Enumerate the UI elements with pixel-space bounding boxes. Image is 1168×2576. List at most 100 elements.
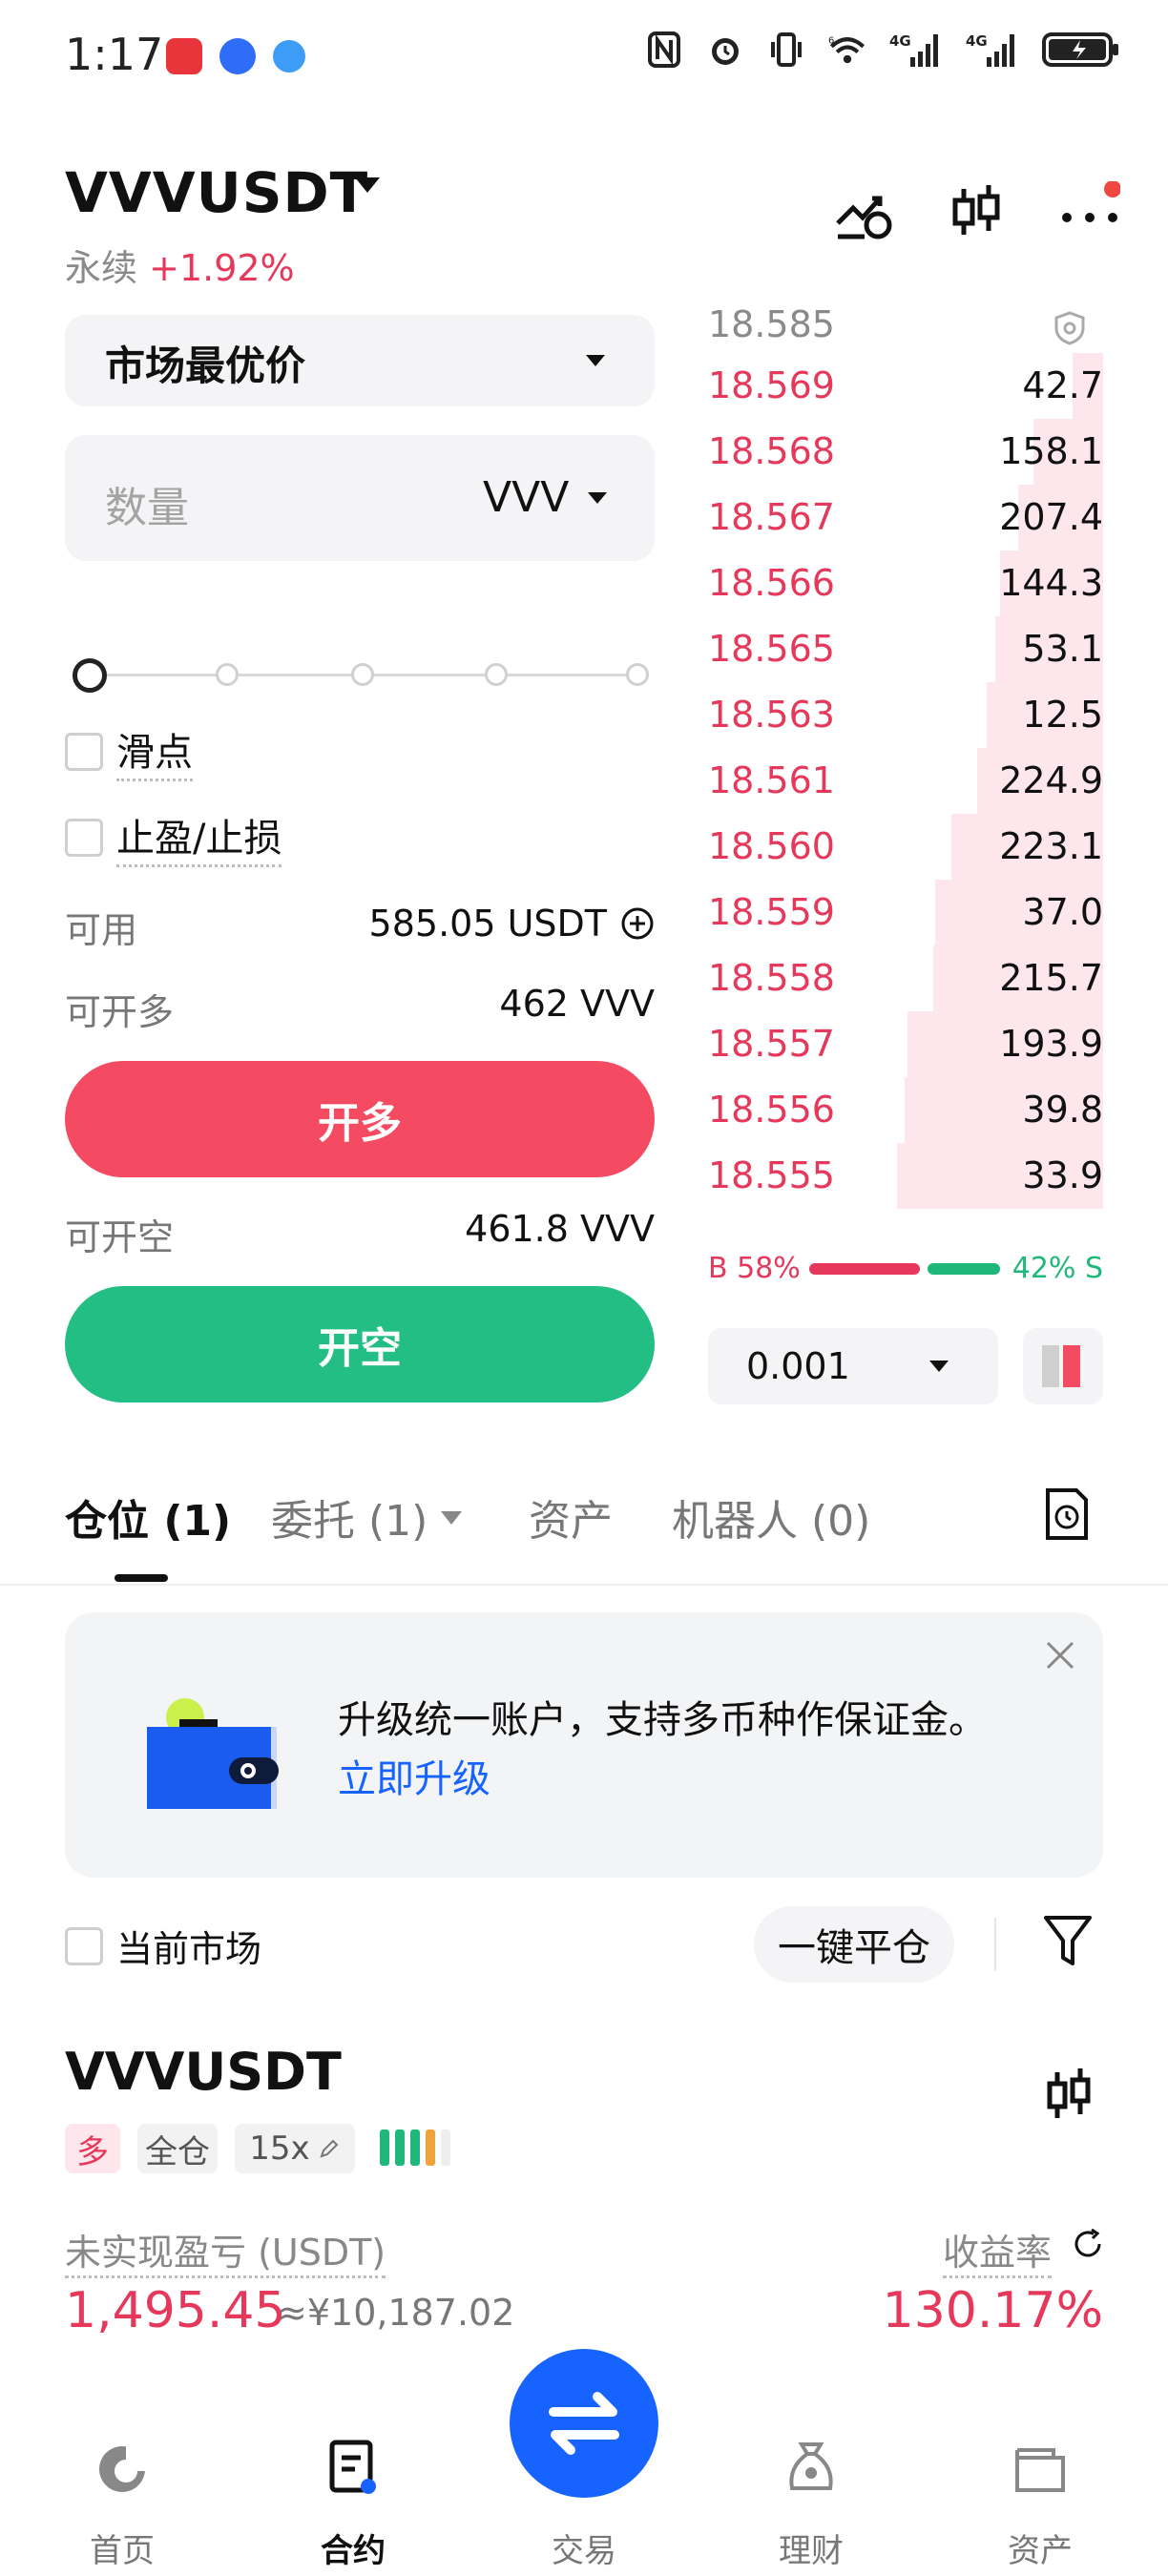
slider-handle[interactable] [73,658,107,693]
roe-label: 收益率 [942,2223,1052,2278]
ask-price[interactable]: 18.563 [708,694,835,736]
candlestick-chart-icon[interactable] [1042,2067,1095,2128]
tab-orders[interactable]: 委托 (1) [271,1486,428,1548]
precision-value: 0.001 [746,1345,850,1387]
add-funds-icon[interactable] [620,906,655,941]
sell-ratio-label: 42% S [1012,1252,1103,1285]
pair-selector-caret-icon[interactable] [355,177,380,193]
available-row: 585.05 USDT [369,903,655,945]
ask-price[interactable]: 18.566 [708,562,835,604]
position-pair[interactable]: VVVUSDT [65,2042,342,2102]
baidu-icon [219,38,256,74]
nav-contract-label: 合约 [321,2532,386,2570]
divider [994,1918,996,1971]
candlestick-chart-icon[interactable] [947,181,1008,242]
ask-price[interactable]: 18.559 [708,891,835,933]
wallet-illustration-icon [141,1698,294,1817]
slippage-checkbox[interactable] [65,733,103,771]
ask-price[interactable]: 18.556 [708,1089,835,1131]
ask-size[interactable]: 207.4 [999,496,1103,538]
ask-size[interactable]: 42.7 [1022,364,1103,406]
ask-price[interactable]: 18.565 [708,628,835,670]
slider-step-75[interactable] [485,663,508,686]
edit-icon [320,2139,339,2158]
chevron-down-icon [929,1361,949,1372]
ask-size[interactable]: 37.0 [1022,891,1103,933]
open-short-button[interactable]: 开空 [65,1286,655,1402]
ask-size[interactable]: 39.8 [1022,1089,1103,1131]
order-type-select[interactable]: 市场最优价 [65,315,655,406]
pair-subtitle: 永续 +1.92% [65,239,295,291]
signal-4g-icon: 4G [889,29,943,71]
nav-assets-label: 资产 [1008,2532,1073,2570]
pair-title[interactable]: VVVUSDT [65,160,368,225]
tp-sl-label[interactable]: 止盈/止损 [116,807,282,867]
ask-size[interactable]: 193.9 [999,1023,1103,1065]
ask-price[interactable]: 18.567 [708,496,835,538]
nav-trade-label[interactable]: 交易 [489,2524,679,2571]
history-icon[interactable] [1042,1486,1092,1546]
quantity-input[interactable]: 数量 VVV [65,435,655,561]
price-alert-icon[interactable] [834,181,895,242]
ask-size[interactable]: 33.9 [1022,1154,1103,1196]
ask-size[interactable]: 144.3 [999,562,1103,604]
side-tag: 多 [65,2124,120,2173]
ask-size[interactable]: 12.5 [1022,694,1103,736]
nav-wealth-label: 理财 [779,2532,844,2570]
precision-select[interactable]: 0.001 [708,1328,998,1404]
slider-step-100[interactable] [626,663,649,686]
alarm-icon [706,29,744,71]
current-market-label[interactable]: 当前市场 [116,1920,261,1972]
ask-price[interactable]: 18.560 [708,825,835,867]
upgrade-banner: 升级统一账户，支持多币种作保证金。 立即升级 [65,1612,1103,1878]
leverage-tag[interactable]: 15x [235,2124,355,2173]
close-icon[interactable] [1044,1639,1076,1675]
current-market-checkbox[interactable] [65,1927,103,1965]
ask-price[interactable]: 18.561 [708,759,835,801]
tab-bots[interactable]: 机器人 (0) [672,1486,870,1548]
svg-text:4G: 4G [889,32,911,50]
banner-text: 升级统一账户，支持多币种作保证金。 [338,1698,987,1742]
quantity-unit-select[interactable]: VVV [483,473,569,522]
close-all-button[interactable]: 一键平仓 [754,1906,954,1983]
margin-tag: 全仓 [137,2124,218,2173]
slider-step-25[interactable] [216,663,239,686]
tab-positions[interactable]: 仓位 (1) [65,1486,231,1548]
ask-size[interactable]: 215.7 [999,957,1103,999]
battery-icon [1042,29,1120,71]
slider-step-50[interactable] [351,663,374,686]
ask-size[interactable]: 53.1 [1022,628,1103,670]
svg-text:6: 6 [828,35,834,46]
chevron-down-icon[interactable] [441,1511,462,1525]
top-price: 18.585 [708,303,835,345]
open-long-button[interactable]: 开多 [65,1061,655,1177]
quantity-placeholder: 数量 [105,484,189,532]
ask-price[interactable]: 18.555 [708,1154,835,1196]
unrealized-pnl-label: 未实现盈亏 (USDT) [65,2223,386,2278]
buy-ratio-bar [809,1263,920,1275]
header-actions [834,180,1121,242]
ask-size[interactable]: 223.1 [999,825,1103,867]
ask-price[interactable]: 18.569 [708,364,835,406]
tp-sl-checkbox[interactable] [65,819,103,857]
sell-ratio-bar [928,1263,1000,1275]
ask-size[interactable]: 158.1 [999,430,1103,472]
ask-size[interactable]: 224.9 [999,759,1103,801]
vibrate-icon [767,29,805,71]
max-short-label: 可开空 [65,1216,175,1258]
book-layout-button[interactable] [1023,1328,1103,1404]
max-long-value: 462 VVV [499,983,655,1025]
ask-price[interactable]: 18.568 [708,430,835,472]
swap-button[interactable] [510,2349,658,2498]
slippage-label[interactable]: 滑点 [116,721,193,781]
ask-price[interactable]: 18.557 [708,1023,835,1065]
filter-icon[interactable] [1042,1912,1094,1973]
tab-assets[interactable]: 资产 [529,1486,613,1548]
shield-icon [1053,311,1086,349]
upgrade-link[interactable]: 立即升级 [338,1748,490,1803]
more-icon[interactable] [1059,180,1121,242]
wifi-icon: 6 [828,29,866,71]
refresh-icon[interactable] [1071,2227,1105,2265]
chevron-down-icon [588,492,607,504]
ask-price[interactable]: 18.558 [708,957,835,999]
